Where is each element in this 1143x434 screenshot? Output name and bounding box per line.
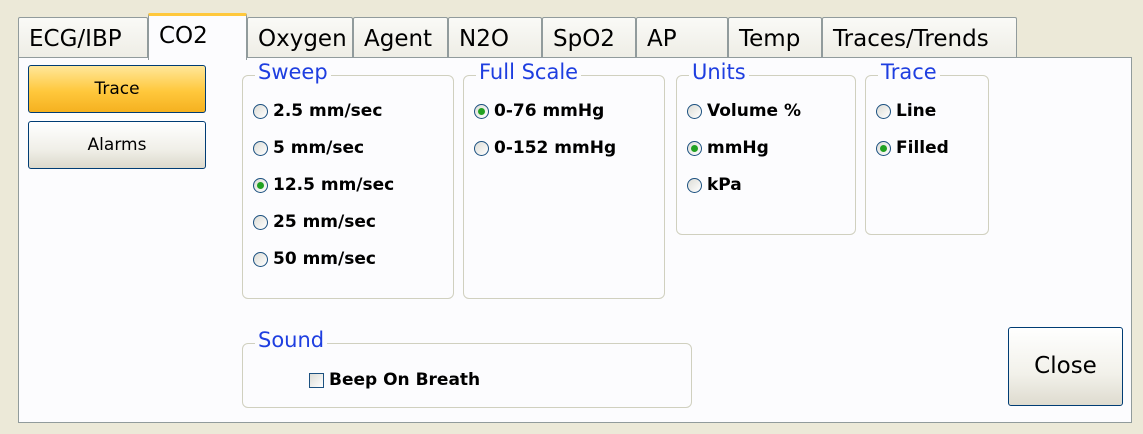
units-option-volume[interactable]: Volume % <box>687 100 801 122</box>
radio-selected-icon <box>253 177 268 193</box>
full-scale-option-76[interactable]: 0-76 mmHg <box>474 100 604 122</box>
checkbox-icon <box>309 372 324 388</box>
units-legend: Units <box>689 60 749 84</box>
radio-icon <box>253 251 268 267</box>
radio-selected-icon <box>687 140 702 156</box>
sweep-legend: Sweep <box>255 60 331 84</box>
tab-co2[interactable]: CO2 <box>148 13 247 60</box>
alarms-button[interactable]: Alarms <box>28 121 206 169</box>
full-scale-group: Full Scale 0-76 mmHg 0-152 mmHg <box>463 60 665 299</box>
tab-n2o[interactable]: N2O <box>448 17 542 58</box>
trace-option-line[interactable]: Line <box>876 100 936 122</box>
sweep-option-12-5[interactable]: 12.5 mm/sec <box>253 174 394 196</box>
radio-icon <box>474 140 489 156</box>
sweep-group: Sweep 2.5 mm/sec 5 mm/sec 12.5 mm/sec 25… <box>242 60 454 299</box>
sound-legend: Sound <box>255 328 328 352</box>
radio-selected-icon <box>876 140 891 156</box>
units-option-kpa[interactable]: kPa <box>687 174 742 196</box>
sweep-option-25[interactable]: 25 mm/sec <box>253 211 376 233</box>
tab-temp[interactable]: Temp <box>728 17 822 58</box>
sweep-option-2-5[interactable]: 2.5 mm/sec <box>253 100 382 122</box>
sweep-option-5[interactable]: 5 mm/sec <box>253 137 364 159</box>
close-button[interactable]: Close <box>1008 327 1123 406</box>
radio-icon <box>253 214 268 230</box>
units-group: Units Volume % mmHg kPa <box>676 60 856 235</box>
radio-selected-icon <box>474 103 489 119</box>
radio-icon <box>253 140 268 156</box>
full-scale-legend: Full Scale <box>476 60 582 84</box>
tab-agent[interactable]: Agent <box>353 17 448 58</box>
tab-spo2[interactable]: SpO2 <box>542 17 636 58</box>
radio-icon <box>687 103 702 119</box>
radio-icon <box>253 103 268 119</box>
tab-traces-trends[interactable]: Traces/Trends <box>822 17 1017 58</box>
trace-option-filled[interactable]: Filled <box>876 137 949 159</box>
units-option-mmhg[interactable]: mmHg <box>687 137 769 159</box>
radio-icon <box>876 103 891 119</box>
trace-group: Trace Line Filled <box>865 60 989 235</box>
radio-icon <box>687 177 702 193</box>
tab-oxygen[interactable]: Oxygen <box>247 17 353 58</box>
beep-on-breath-checkbox[interactable]: Beep On Breath <box>309 369 480 391</box>
sweep-option-50[interactable]: 50 mm/sec <box>253 248 376 270</box>
tab-ecg-ibp[interactable]: ECG/IBP <box>18 17 148 58</box>
trace-legend: Trace <box>878 60 940 84</box>
tab-ap[interactable]: AP <box>636 17 728 58</box>
full-scale-option-152[interactable]: 0-152 mmHg <box>474 137 616 159</box>
trace-button[interactable]: Trace <box>28 65 206 113</box>
sound-group: Sound Beep On Breath <box>242 328 692 408</box>
